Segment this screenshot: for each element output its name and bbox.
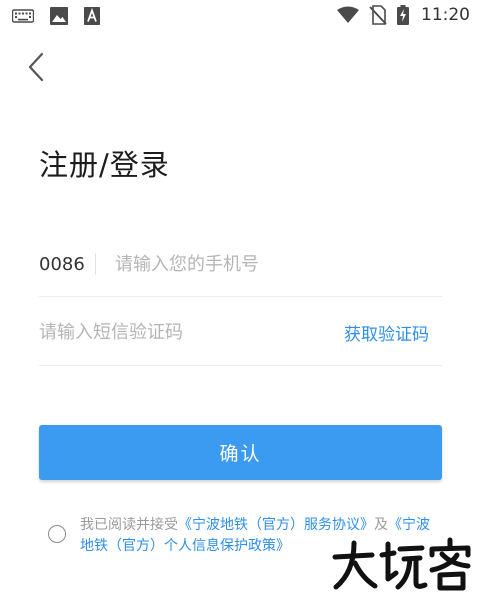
watermark-logo [332, 537, 471, 591]
country-code[interactable]: 0086 [39, 254, 95, 275]
service-agreement-link[interactable]: 《宁波地铁（官方）服务协议》 [178, 517, 374, 533]
agreement-conjunction: 及 [374, 517, 388, 533]
confirm-button[interactable]: 确认 [39, 425, 442, 480]
keyboard-icon [12, 9, 34, 23]
status-time: 11:20 [421, 5, 470, 25]
status-bar: 11:20 [0, 0, 480, 32]
status-left-icons [12, 7, 100, 25]
font-icon [84, 7, 100, 25]
phone-input[interactable] [115, 253, 405, 275]
chevron-left-icon [28, 52, 44, 82]
image-icon [50, 7, 68, 25]
verification-row: 获取验证码 [39, 300, 442, 366]
agreement-radio[interactable] [48, 525, 66, 543]
no-sim-icon [369, 5, 387, 25]
agreement-prefix: 我已阅读并接受 [80, 517, 178, 533]
field-divider [95, 253, 96, 275]
back-button[interactable] [22, 50, 52, 84]
get-code-button[interactable]: 获取验证码 [344, 320, 429, 345]
battery-charging-icon [397, 5, 409, 25]
wifi-icon [337, 6, 359, 23]
status-right-icons: 11:20 [337, 5, 470, 25]
page-title: 注册/登录 [39, 148, 170, 182]
phone-row: 0086 [39, 232, 442, 297]
verification-code-input[interactable] [39, 322, 309, 343]
